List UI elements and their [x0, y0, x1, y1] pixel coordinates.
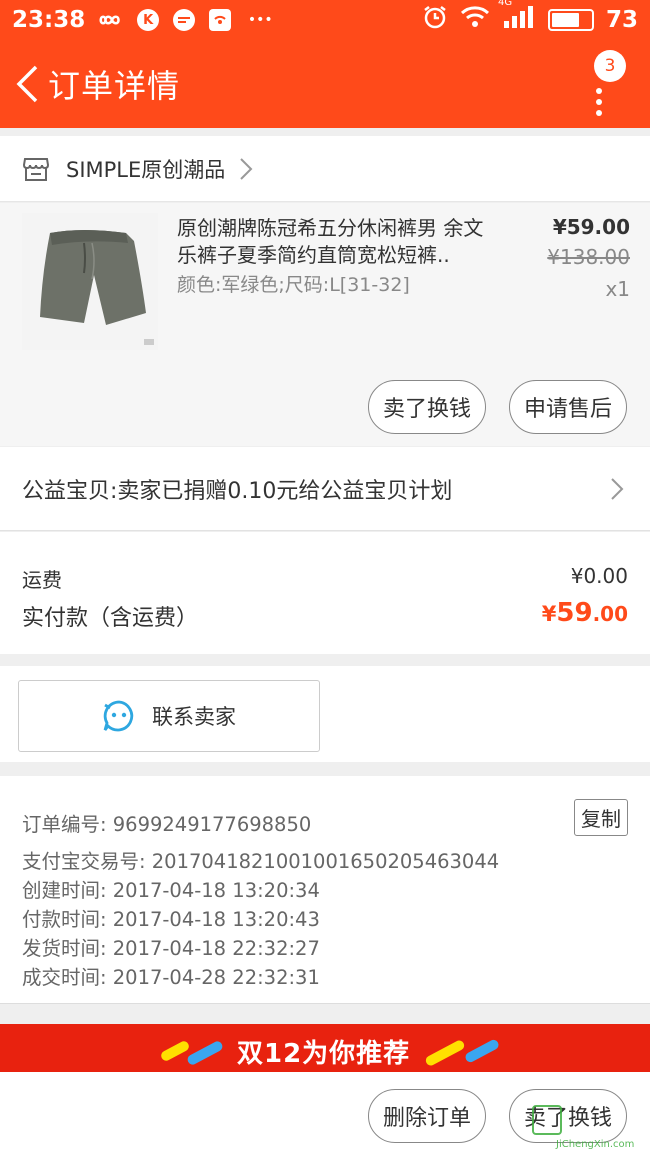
copy-button[interactable]: 复制 [574, 799, 628, 836]
title-bar: 订单详情 3 [0, 40, 650, 128]
shipping-label: 运费 [22, 568, 62, 592]
recommend-banner[interactable]: 双12为你推荐 [0, 1024, 650, 1074]
charity-row[interactable]: 公益宝贝:卖家已捐赠0.10元给公益宝贝计划 [0, 447, 650, 531]
paid-amount-value: ¥59.00 [541, 598, 628, 628]
payment-summary: 运费 ¥0.00 实付款（含运费） ¥59.00 [0, 532, 650, 654]
battery-text: 73 [605, 7, 638, 33]
battery-icon [547, 9, 594, 31]
charity-text: 公益宝贝:卖家已捐赠0.10元给公益宝贝计划 [22, 478, 453, 504]
watermark-text: JiChengXin.com [556, 1139, 635, 1150]
chat-app-icon [171, 7, 197, 33]
chat-bubble-icon [103, 700, 134, 732]
back-button[interactable] [2, 40, 52, 128]
product-title: 原创潮牌陈冠希五分休闲裤男 余文乐裤子夏季简约直筒宽松短裤.. [177, 216, 484, 267]
status-time: 23:38 [12, 7, 86, 33]
created-time: 创建时间: 2017-04-18 13:20:34 [22, 879, 320, 902]
sell-for-cash-button[interactable]: 卖了换钱 [368, 380, 486, 434]
feather-decoration [463, 1038, 501, 1064]
product-image [22, 213, 158, 350]
wifi-hotspot-icon [207, 7, 233, 33]
status-bar: 23:38 K ••• 4G 73 [0, 0, 650, 40]
wifi-icon [460, 5, 490, 35]
feather-decoration [185, 1039, 225, 1067]
shop-row[interactable]: SIMPLE原创潮品 [0, 136, 650, 202]
more-notifications-icon: ••• [247, 12, 273, 28]
completed-time: 成交时间: 2017-04-28 22:32:31 [22, 966, 320, 989]
shipping-value: ¥0.00 [570, 564, 628, 588]
banner-title: 双12为你推荐 [237, 1039, 411, 1069]
product-quantity: x1 [605, 277, 630, 301]
k-app-icon: K [135, 7, 161, 33]
order-number: 订单编号: 9699249177698850 [22, 813, 312, 836]
feather-decoration [424, 1038, 466, 1068]
notification-badge: 3 [594, 50, 626, 82]
chevron-right-icon [240, 157, 253, 180]
chevron-right-icon [611, 478, 624, 500]
more-menu-button[interactable]: 3 [584, 50, 626, 120]
contact-seller-button[interactable]: 联系卖家 [18, 680, 320, 752]
order-info: 订单编号: 9699249177698850 支付宝交易号: 201704182… [0, 776, 650, 1004]
paid-time: 付款时间: 2017-04-18 13:20:43 [22, 908, 320, 931]
product-item[interactable]: 原创潮牌陈冠希五分休闲裤男 余文乐裤子夏季简约直筒宽松短裤.. 颜色:军绿色;尺… [0, 203, 650, 446]
product-sku: 颜色:军绿色;尺码:L[31-32] [177, 274, 410, 296]
alipay-transaction-number: 支付宝交易号: 2017041821001001650205463044 [22, 850, 500, 873]
signal-icon: 4G [498, 0, 536, 35]
shop-name: SIMPLE原创潮品 [66, 157, 226, 182]
product-original-price: ¥138.00 [547, 245, 630, 269]
feather-decoration [159, 1039, 191, 1063]
shipped-time: 发货时间: 2017-04-18 22:32:27 [22, 937, 320, 960]
after-sale-button[interactable]: 申请售后 [509, 380, 627, 434]
contact-area: 联系卖家 [0, 666, 650, 762]
product-price: ¥59.00 [552, 215, 630, 239]
watermark: JiChengXin.com [532, 1103, 647, 1153]
alarm-icon [422, 4, 448, 36]
infinity-icon [99, 7, 125, 33]
watermark-logo-icon [532, 1105, 562, 1135]
paid-amount-label: 实付款（含运费） [22, 606, 199, 631]
more-vertical-icon [596, 88, 602, 121]
contact-seller-label: 联系卖家 [152, 705, 236, 729]
page-title: 订单详情 [48, 67, 181, 105]
chevron-left-icon [16, 65, 38, 103]
delete-order-button[interactable]: 删除订单 [368, 1089, 486, 1143]
shop-icon [22, 157, 50, 181]
